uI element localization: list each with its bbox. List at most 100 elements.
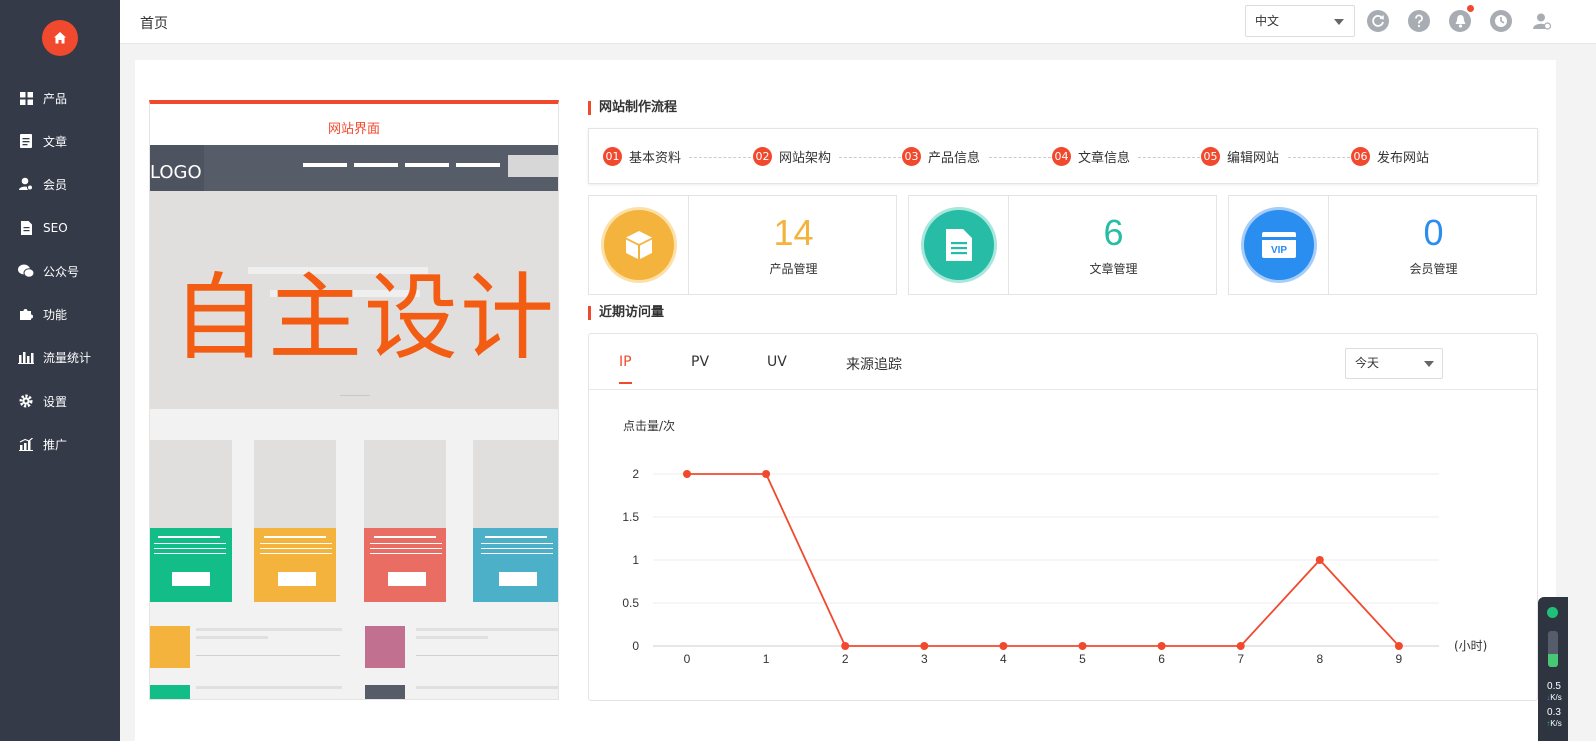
mock-thumbnail bbox=[150, 626, 190, 668]
data-point[interactable] bbox=[1157, 642, 1166, 650]
stat-label: 产品管理 bbox=[769, 262, 818, 276]
home-button[interactable] bbox=[42, 20, 78, 56]
data-point[interactable] bbox=[841, 642, 850, 650]
stat-value: 0 bbox=[1423, 212, 1444, 253]
process-step-5[interactable]: 05 编辑网站 bbox=[1201, 147, 1279, 166]
download-unit: ↓K/s bbox=[1546, 693, 1562, 702]
language-value: 中文 bbox=[1255, 14, 1280, 28]
step-number: 05 bbox=[1201, 147, 1220, 166]
visits-section-title: 近期访问量 bbox=[588, 306, 664, 320]
network-speed-widget[interactable]: 0.5 ↓K/s 0.3 ↑K/s bbox=[1538, 597, 1568, 741]
mock-nav-line bbox=[354, 163, 398, 167]
step-label: 发布网站 bbox=[1377, 151, 1430, 166]
mock-header-button bbox=[508, 155, 558, 177]
download-speed: 0.5 bbox=[1547, 681, 1561, 692]
mock-nav-line bbox=[456, 163, 500, 167]
refresh-button[interactable] bbox=[1367, 10, 1389, 32]
mock-text-line bbox=[416, 686, 558, 689]
data-point[interactable] bbox=[1394, 642, 1403, 650]
y-tick-label: 1 bbox=[632, 553, 639, 567]
mock-thumbnail bbox=[150, 685, 190, 699]
data-point[interactable] bbox=[1315, 556, 1324, 564]
sidebar-item-label: 会员 bbox=[43, 177, 68, 192]
puzzle-icon bbox=[18, 306, 34, 322]
process-step-1[interactable]: 01 基本资料 bbox=[603, 147, 681, 166]
x-axis-label: (小时) bbox=[1454, 639, 1487, 653]
x-tick-label: 1 bbox=[763, 652, 770, 666]
y-axis-label: 点击量/次 bbox=[623, 419, 675, 433]
sidebar-item-label: 设置 bbox=[43, 394, 68, 409]
user-menu-button[interactable] bbox=[1531, 10, 1553, 32]
status-indicator bbox=[1547, 607, 1558, 618]
step-label: 文章信息 bbox=[1078, 151, 1131, 166]
sidebar-item-features[interactable]: 功能 bbox=[0, 292, 120, 336]
y-tick-label: 2 bbox=[632, 467, 639, 481]
user-avatar-icon bbox=[1533, 13, 1552, 30]
process-step-6[interactable]: 06 发布网站 bbox=[1351, 147, 1429, 166]
process-step-3[interactable]: 03 产品信息 bbox=[902, 147, 980, 166]
trend-icon bbox=[18, 436, 34, 452]
refresh-icon bbox=[1372, 15, 1384, 27]
mock-card-image bbox=[473, 440, 558, 528]
sidebar-item-products[interactable]: 产品 bbox=[0, 76, 120, 120]
x-tick-label: 3 bbox=[921, 652, 928, 666]
speed-level-bar bbox=[1548, 631, 1558, 667]
step-connector bbox=[1138, 157, 1200, 158]
sidebar-item-label: 产品 bbox=[43, 91, 68, 106]
mock-slider-line bbox=[416, 655, 558, 656]
data-point[interactable] bbox=[1078, 642, 1087, 650]
stat-card-articles[interactable]: 6 文章管理 bbox=[908, 195, 1217, 295]
data-point[interactable] bbox=[1236, 642, 1245, 650]
help-button[interactable] bbox=[1408, 10, 1430, 32]
sidebar-item-wechat[interactable]: 公众号 bbox=[0, 249, 120, 293]
document-icon bbox=[18, 133, 34, 149]
step-connector bbox=[989, 157, 1051, 158]
stat-label: 文章管理 bbox=[1089, 262, 1138, 276]
mock-card-image bbox=[364, 440, 446, 528]
history-button[interactable] bbox=[1490, 10, 1512, 32]
visits-chart-panel: IP PV UV 来源追踪 今天 点击量/次 (小时) 0 0.5 1 1.5 2 01… bbox=[588, 333, 1538, 701]
stat-card-members[interactable]: VIP 0 会员管理 bbox=[1228, 195, 1537, 295]
box-icon bbox=[625, 231, 652, 259]
x-tick-label: 2 bbox=[842, 652, 849, 666]
sidebar: 产品 文章 会员 SEO 公众号 功能 流量统计 设置 推广 bbox=[0, 0, 120, 741]
bell-icon bbox=[1455, 15, 1465, 28]
mock-card-green bbox=[150, 528, 232, 602]
mock-text-line bbox=[416, 636, 488, 639]
chevron-down-icon bbox=[1334, 19, 1344, 25]
mock-header bbox=[150, 145, 558, 191]
sidebar-item-promotion[interactable]: 推广 bbox=[0, 422, 120, 466]
sidebar-item-traffic[interactable]: 流量统计 bbox=[0, 335, 120, 379]
document-icon bbox=[945, 229, 972, 261]
mock-card-image bbox=[150, 440, 232, 528]
data-point[interactable] bbox=[920, 642, 929, 650]
sidebar-item-label: SEO bbox=[43, 221, 68, 235]
x-tick-label: 8 bbox=[1316, 652, 1323, 666]
sidebar-item-settings[interactable]: 设置 bbox=[0, 379, 120, 423]
stat-card-products[interactable]: 14 产品管理 bbox=[588, 195, 897, 295]
notification-button[interactable] bbox=[1449, 5, 1474, 32]
data-point[interactable] bbox=[683, 470, 691, 478]
clock-icon bbox=[1495, 15, 1507, 27]
process-step-2[interactable]: 02 网站架构 bbox=[753, 147, 831, 166]
data-point[interactable] bbox=[999, 642, 1008, 650]
mock-hero-divider bbox=[340, 395, 370, 396]
process-steps: 01 基本资料 02 网站架构 03 产品信息 04 文章信息 05 编辑网站 … bbox=[588, 128, 1538, 184]
language-select[interactable]: 中文 bbox=[1245, 5, 1355, 37]
sidebar-item-label: 文章 bbox=[43, 134, 68, 149]
sidebar-item-label: 公众号 bbox=[43, 264, 80, 279]
mock-card-image bbox=[254, 440, 336, 528]
process-step-4[interactable]: 04 文章信息 bbox=[1052, 147, 1130, 166]
svg-text:VIP: VIP bbox=[1270, 245, 1286, 256]
y-tick-label: 0 bbox=[632, 639, 639, 653]
sidebar-item-members[interactable]: 会员 bbox=[0, 162, 120, 206]
sidebar-item-label: 推广 bbox=[43, 437, 68, 452]
data-point[interactable] bbox=[762, 470, 771, 478]
visits-line-chart: 点击量/次 (小时) 0 0.5 1 1.5 2 0 1 2 3 4 5 6 7 8 9 bbox=[622, 419, 1487, 666]
stat-label: 会员管理 bbox=[1409, 262, 1458, 276]
upload-unit: ↑K/s bbox=[1546, 719, 1562, 728]
sidebar-item-articles[interactable]: 文章 bbox=[0, 119, 120, 163]
sidebar-item-seo[interactable]: SEO bbox=[0, 206, 120, 250]
wechat-icon bbox=[18, 263, 34, 279]
mock-card-red bbox=[364, 528, 446, 602]
